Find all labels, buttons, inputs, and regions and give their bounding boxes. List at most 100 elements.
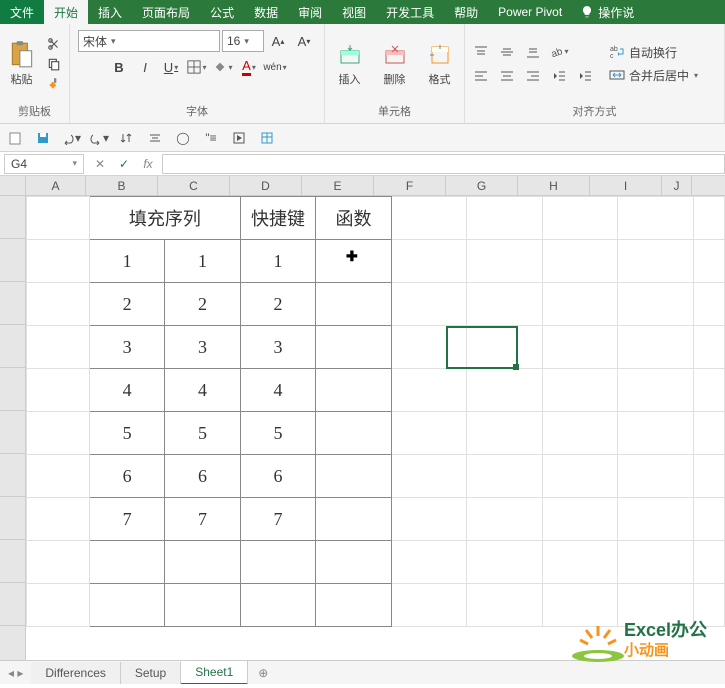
add-sheet-button[interactable]: ⊕ bbox=[248, 666, 278, 680]
col-header-F[interactable]: F bbox=[374, 176, 446, 195]
cell[interactable] bbox=[27, 498, 90, 541]
cell[interactable]: 1 bbox=[240, 240, 315, 283]
paste-button[interactable]: 粘贴 bbox=[4, 29, 39, 99]
cell[interactable]: 6 bbox=[89, 455, 164, 498]
row-header[interactable] bbox=[0, 497, 26, 540]
cell[interactable]: 1 bbox=[165, 240, 240, 283]
cell[interactable] bbox=[618, 197, 693, 240]
cell[interactable] bbox=[316, 455, 391, 498]
tab-home[interactable]: 开始 bbox=[44, 0, 88, 24]
row-header[interactable] bbox=[0, 368, 26, 411]
cell[interactable] bbox=[618, 498, 693, 541]
qat-redo-button[interactable]: ▾ bbox=[88, 127, 110, 149]
cell[interactable]: 4 bbox=[89, 369, 164, 412]
delete-cells-button[interactable]: 删除 bbox=[374, 29, 415, 99]
qat-table-button[interactable] bbox=[256, 127, 278, 149]
cell[interactable] bbox=[467, 326, 542, 369]
cell[interactable] bbox=[391, 240, 466, 283]
qat-new-icon[interactable] bbox=[4, 127, 26, 149]
cell[interactable] bbox=[467, 240, 542, 283]
row-header[interactable] bbox=[0, 454, 26, 497]
tab-data[interactable]: 数据 bbox=[244, 0, 288, 24]
col-header-G[interactable]: G bbox=[446, 176, 518, 195]
cell[interactable] bbox=[693, 498, 725, 541]
qat-undo-button[interactable]: ▾ bbox=[60, 127, 82, 149]
format-cells-button[interactable]: 格式 bbox=[419, 29, 460, 99]
qat-sort-button[interactable] bbox=[116, 127, 138, 149]
cell[interactable] bbox=[618, 412, 693, 455]
row-header[interactable] bbox=[0, 540, 26, 583]
wrap-text-button[interactable]: abc 自动换行 bbox=[605, 42, 702, 63]
cell[interactable] bbox=[27, 283, 90, 326]
col-header-C[interactable]: C bbox=[158, 176, 230, 195]
cell[interactable] bbox=[542, 326, 617, 369]
cell[interactable] bbox=[693, 240, 725, 283]
cell[interactable] bbox=[27, 584, 90, 627]
cell[interactable] bbox=[316, 369, 391, 412]
cell[interactable]: 函数 bbox=[316, 197, 391, 240]
tab-insert[interactable]: 插入 bbox=[88, 0, 132, 24]
cut-button[interactable] bbox=[43, 34, 65, 54]
cell[interactable] bbox=[693, 455, 725, 498]
align-left-button[interactable] bbox=[469, 65, 493, 87]
cell[interactable] bbox=[89, 584, 164, 627]
cell[interactable] bbox=[89, 541, 164, 584]
font-color-button[interactable]: A▾ bbox=[237, 56, 261, 78]
cell[interactable] bbox=[693, 412, 725, 455]
confirm-formula-button[interactable]: ✓ bbox=[112, 154, 136, 174]
tab-review[interactable]: 审阅 bbox=[288, 0, 332, 24]
insert-cells-button[interactable]: 插入 bbox=[329, 29, 370, 99]
phonetic-button[interactable]: wén▾ bbox=[263, 56, 287, 78]
col-header-I[interactable]: I bbox=[590, 176, 662, 195]
cell[interactable] bbox=[391, 541, 466, 584]
increase-indent-button[interactable] bbox=[573, 65, 597, 87]
cell[interactable]: 2 bbox=[240, 283, 315, 326]
format-painter-button[interactable] bbox=[43, 74, 65, 94]
col-header-H[interactable]: H bbox=[518, 176, 590, 195]
cell[interactable] bbox=[165, 584, 240, 627]
row-header[interactable] bbox=[0, 196, 26, 239]
row-header[interactable] bbox=[0, 239, 26, 282]
cell[interactable] bbox=[240, 541, 315, 584]
col-header-D[interactable]: D bbox=[230, 176, 302, 195]
cell[interactable] bbox=[467, 455, 542, 498]
cell[interactable] bbox=[467, 498, 542, 541]
cell[interactable] bbox=[391, 412, 466, 455]
cell[interactable] bbox=[316, 498, 391, 541]
cell[interactable]: 1 bbox=[89, 240, 164, 283]
align-middle-button[interactable] bbox=[495, 41, 519, 63]
cell[interactable] bbox=[316, 541, 391, 584]
align-bottom-button[interactable] bbox=[521, 41, 545, 63]
copy-button[interactable] bbox=[43, 54, 65, 74]
cell[interactable]: 2 bbox=[165, 283, 240, 326]
cell[interactable] bbox=[27, 455, 90, 498]
orientation-button[interactable]: ab▾ bbox=[547, 41, 571, 63]
formula-input[interactable] bbox=[162, 154, 725, 174]
tab-page-layout[interactable]: 页面布局 bbox=[132, 0, 200, 24]
tab-view[interactable]: 视图 bbox=[332, 0, 376, 24]
align-center-button[interactable] bbox=[495, 65, 519, 87]
qat-save-button[interactable] bbox=[32, 127, 54, 149]
cell[interactable] bbox=[316, 584, 391, 627]
tab-powerpivot[interactable]: Power Pivot bbox=[488, 0, 572, 24]
cell[interactable] bbox=[618, 326, 693, 369]
cancel-formula-button[interactable]: ✕ bbox=[88, 154, 112, 174]
select-all-corner[interactable] bbox=[0, 176, 26, 195]
row-header[interactable] bbox=[0, 411, 26, 454]
cell[interactable]: 5 bbox=[240, 412, 315, 455]
sheet-tab-sheet1[interactable]: Sheet1 bbox=[181, 661, 248, 685]
cell[interactable]: 6 bbox=[240, 455, 315, 498]
row-header[interactable] bbox=[0, 325, 26, 368]
cell[interactable]: 7 bbox=[89, 498, 164, 541]
cell[interactable] bbox=[467, 369, 542, 412]
cell[interactable] bbox=[618, 369, 693, 412]
name-box[interactable]: G4▾ bbox=[4, 154, 84, 174]
cell[interactable]: 7 bbox=[240, 498, 315, 541]
cell[interactable] bbox=[27, 541, 90, 584]
cell[interactable] bbox=[165, 541, 240, 584]
font-name-combo[interactable]: 宋体▾ bbox=[78, 30, 220, 52]
cell[interactable] bbox=[391, 369, 466, 412]
cell[interactable]: 3 bbox=[165, 326, 240, 369]
underline-button[interactable]: U▾ bbox=[159, 56, 183, 78]
cell[interactable] bbox=[693, 283, 725, 326]
